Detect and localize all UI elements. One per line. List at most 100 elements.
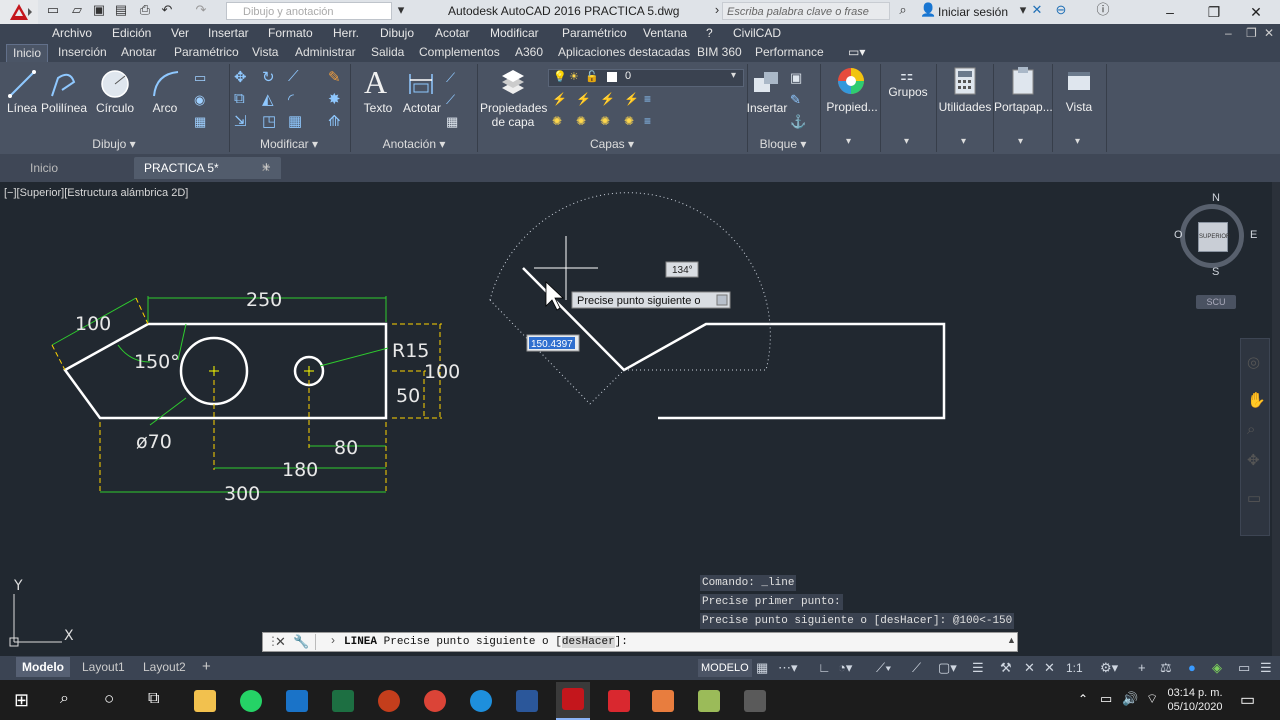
isolate-objects-icon[interactable]: ◈ [1212,661,1222,675]
model-space-toggle[interactable]: MODELO [698,659,752,677]
object-snap-icon[interactable]: ▢▾ [938,661,957,675]
powerpoint-icon[interactable] [378,690,400,712]
tab-a360[interactable]: A360 [515,44,543,62]
showmotion-icon[interactable]: ▭ [1247,489,1261,507]
groups-label[interactable]: Grupos [882,85,934,99]
taskbar-clock[interactable]: 03:14 p. m. 05/10/2020 [1162,686,1228,714]
annotation-visibility-icon[interactable]: ✕ [1044,661,1055,675]
user-icon[interactable]: 👤 [920,3,936,17]
open-file-icon[interactable]: ▱ [70,3,84,17]
ribbon-toggle-icon[interactable]: ▭▾ [848,44,865,62]
utilities-label[interactable]: Utilidades [938,100,992,114]
polyline-tool-label[interactable]: Polilínea [40,101,88,115]
tab-bim360[interactable]: BIM 360 [697,44,742,62]
tab-anotar[interactable]: Anotar [121,44,156,62]
command-recent-icon[interactable]: › [331,633,335,647]
panel-modificar-title[interactable]: Modificar ▾ [230,136,348,152]
command-option-deshacer[interactable]: desHacer [561,636,615,648]
viewcube-west[interactable]: O [1174,229,1183,241]
menu-help[interactable]: ? [706,24,713,44]
object-snap-tracking-icon[interactable]: ⟋ [912,661,921,675]
taskbar-search-icon[interactable]: ⌕ [60,690,69,708]
tab-aplicaciones[interactable]: Aplicaciones destacadas [558,44,690,62]
rotate-icon[interactable]: ↻ [262,68,275,86]
view-expand-icon[interactable]: ▾ [1075,136,1080,147]
erase-icon[interactable]: ✎ [328,68,341,86]
a360-icon[interactable]: ⊖ [1054,3,1068,17]
text-tool-label[interactable]: Texto [358,101,398,115]
command-history-toggle-icon[interactable]: ▲ [1007,635,1016,645]
new-file-icon[interactable]: ▭ [46,3,60,17]
file-explorer-icon[interactable] [194,690,216,712]
exchange-icon[interactable]: ✕ [1030,3,1044,17]
lineweight-icon[interactable]: ☰ [972,661,984,675]
clipboard-icon[interactable] [1010,66,1036,96]
file-tab-inicio[interactable]: Inicio [30,157,58,179]
annotation-scale[interactable]: 1:1 [1066,661,1083,675]
panel-capas-title[interactable]: Capas ▾ [478,136,746,152]
viewcube-north[interactable]: N [1212,192,1220,204]
maximize-icon[interactable]: ❐ [1194,0,1234,24]
ortho-icon[interactable]: ∟ [818,661,831,675]
help-icon[interactable]: ⓘ [1096,3,1110,17]
acrobat-icon[interactable] [608,690,630,712]
block-attribute-icon[interactable]: ⚓ [790,114,806,130]
selection-cycling-icon[interactable]: ✕ [1024,661,1035,675]
quick-access-dropdown-icon[interactable]: ▾ [394,3,408,17]
polyline-tool-icon[interactable] [48,68,80,100]
groups-icon[interactable]: ⚏ [900,66,913,84]
tab-complementos[interactable]: Complementos [419,44,500,62]
circle-tool-icon[interactable] [99,68,131,100]
clean-screen-icon[interactable]: ▭ [1238,661,1250,675]
tray-network-icon[interactable]: ▭ [1100,691,1112,707]
multileader-icon[interactable]: ⟋ [446,92,455,108]
move-icon[interactable]: ✥ [234,68,247,86]
stretch-icon[interactable]: ⇲ [234,112,247,130]
layer-properties-icon[interactable] [498,68,528,98]
layout-tab-modelo[interactable]: Modelo [16,657,70,677]
layer-tool-2-icon[interactable]: ⚡ [576,92,591,106]
transparency-icon[interactable]: ⚒ [1000,661,1012,675]
menu-modificar[interactable]: Modificar [490,24,539,44]
text-tool-icon[interactable]: A [364,64,387,101]
tray-volume-icon[interactable]: 🔊 [1122,691,1138,707]
insert-block-icon[interactable] [752,68,782,98]
application-menu-button[interactable] [0,0,38,24]
save-as-icon[interactable]: ▤ [114,3,128,17]
panel-anotacion-title[interactable]: Anotación ▾ [352,136,476,152]
windows-start-icon[interactable]: ⊞ [14,690,29,711]
autocad-taskbar-button[interactable] [556,682,590,720]
trim-icon[interactable]: ⟋ [288,68,299,85]
prompt-options-icon[interactable] [716,294,728,306]
viewcube-south[interactable]: S [1212,266,1219,278]
folder-app-icon[interactable] [698,690,720,712]
print-icon[interactable]: ⎙ [138,3,152,17]
excel-icon[interactable] [332,690,354,712]
line-tool-icon[interactable] [6,68,38,100]
ucs-menu-button[interactable]: SCU [1196,295,1236,309]
tab-administrar[interactable]: Administrar [295,44,356,62]
command-customize-icon[interactable]: 🔧 [293,634,309,650]
redo-icon[interactable]: ↷ [194,3,208,17]
line-tool-label[interactable]: Línea [0,101,44,115]
utilities-calculator-icon[interactable] [952,66,978,96]
binoculars-icon[interactable]: ⌕ [896,3,910,17]
sign-in-link[interactable]: Iniciar sesión [938,0,1008,24]
layer-tool-9-icon[interactable]: ✺ [624,114,634,128]
layer-tool-10-icon[interactable]: ≡ [644,114,651,128]
snap-icon[interactable]: ⋯▾ [778,661,798,675]
chrome-icon[interactable] [424,690,446,712]
tab-inicio[interactable]: Inicio [6,44,49,63]
cortana-icon[interactable]: ○ [104,689,114,709]
drawing-canvas[interactable]: 250 100 150° R15 100 50 ø70 80 180 300 1… [0,182,1272,658]
polar-tracking-icon[interactable]: ◔▾ [838,661,852,675]
viewcube[interactable]: SUPERIOR N S E O [1170,192,1262,284]
layer-tool-3-icon[interactable]: ⚡ [600,92,615,106]
scale-icon[interactable]: ◳ [262,112,276,130]
layer-dropdown[interactable]: 💡 ☀ 🔓 0 ▾ [548,69,744,87]
menu-civilcad[interactable]: CivilCAD [733,24,781,44]
panel-bloque-title[interactable]: Bloque ▾ [748,136,818,152]
view-label[interactable]: Vista [1054,100,1104,114]
panel-dibujo-title[interactable]: Dibujo ▾ [0,136,228,152]
menu-ventana[interactable]: Ventana [643,24,687,44]
